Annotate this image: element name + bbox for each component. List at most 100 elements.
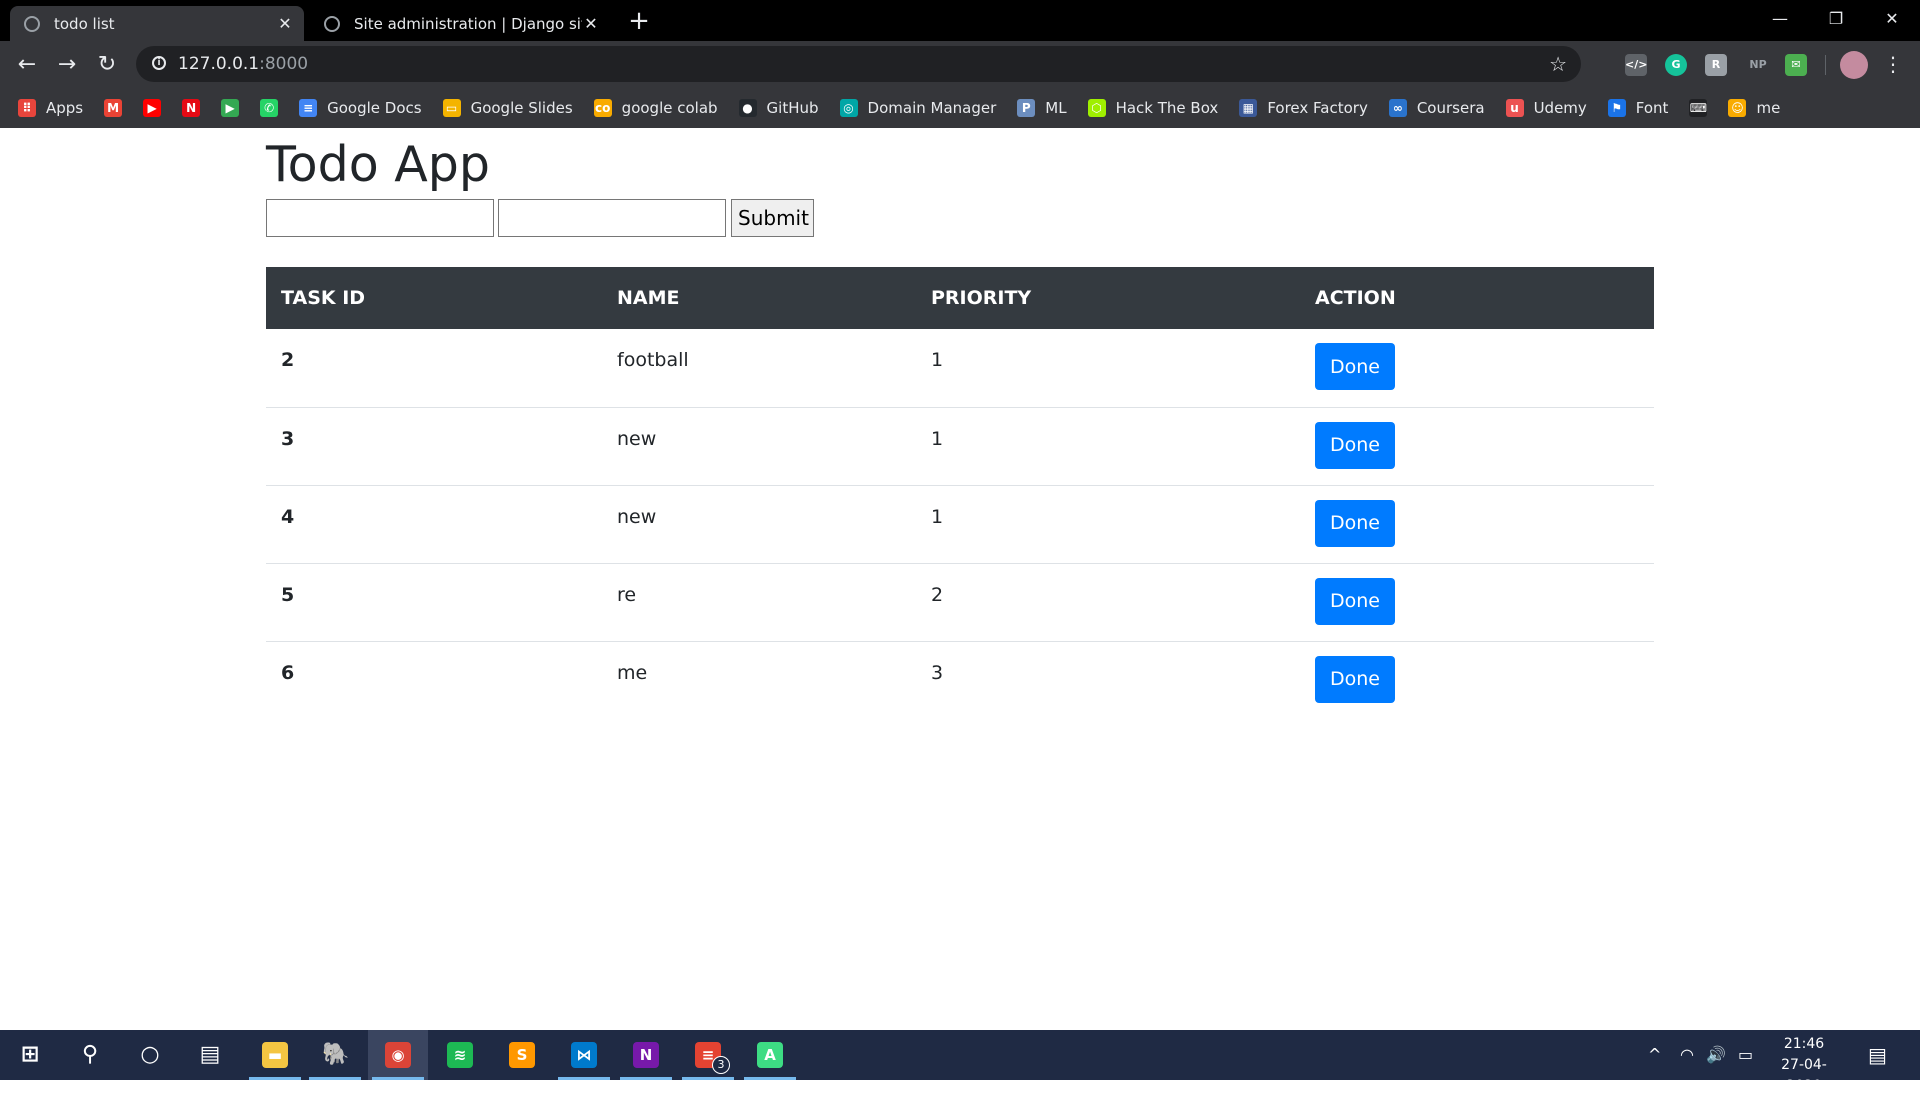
close-icon[interactable]: ✕	[276, 14, 294, 33]
colab-icon: co	[593, 99, 612, 117]
bookmarks-bar: ⠿ Apps M ▶ N ▶ ✆ ≡ Google Docs ▭ Google Slides co go…	[0, 88, 1920, 128]
bookmark-label: me	[1756, 99, 1781, 117]
page-title: Todo App	[266, 136, 490, 193]
bookmark-forex-factory[interactable]: ▦ Forex Factory	[1239, 88, 1368, 128]
bookmark-label: Forex Factory	[1267, 99, 1368, 117]
google-docs-icon: ≡	[299, 99, 318, 117]
bookmark-star-icon[interactable]: ☆	[1549, 46, 1567, 82]
todoist-app[interactable]: ≡ 3	[678, 1030, 738, 1080]
task-name-cell: new	[602, 484, 916, 563]
start-icon: ⊞	[20, 1042, 40, 1067]
bookmark-play[interactable]: ▶	[221, 88, 240, 128]
bookmark-hackthebox[interactable]: ⬡ Hack The Box	[1087, 88, 1218, 128]
bookmark-ml[interactable]: P ML	[1017, 88, 1067, 128]
chrome-app[interactable]: ◉	[368, 1030, 428, 1080]
column-header-task-id: TASK ID	[266, 267, 602, 329]
tab-title: Site administration | Django site a	[354, 14, 582, 33]
bookmark-netflix[interactable]: N	[182, 88, 201, 128]
bookmark-gmail[interactable]: M	[104, 88, 123, 128]
tab-todo-list[interactable]: todo list ✕	[10, 6, 304, 41]
bookmark-github[interactable]: ● GitHub	[738, 88, 819, 128]
restore-button[interactable]: ❐	[1808, 0, 1864, 38]
bookmark-colab[interactable]: co google colab	[593, 88, 718, 128]
task-name-cell: re	[602, 562, 916, 641]
bookmark-youtube[interactable]: ▶	[143, 88, 162, 128]
task-action-cell: Done	[1300, 640, 1654, 719]
task-priority-cell: 3	[916, 640, 1300, 719]
task-priority-cell: 2	[916, 562, 1300, 641]
toolbar-divider	[1825, 55, 1826, 75]
youtube-icon: ▶	[143, 99, 162, 117]
vscode-app[interactable]: ⋈	[554, 1030, 614, 1080]
task-name-input[interactable]	[266, 199, 494, 237]
wifi-icon[interactable]: ◠	[1680, 1030, 1694, 1080]
address-bar[interactable]: i 127.0.0.1:8000 ☆	[136, 46, 1581, 82]
vscode-icon: ⋈	[571, 1042, 597, 1068]
bookmark-domain-manager[interactable]: ◎ Domain Manager	[839, 88, 996, 128]
bookmark-label: google colab	[621, 99, 718, 117]
reload-icon[interactable]: ↻	[90, 41, 124, 88]
np-icon[interactable]: NP	[1745, 54, 1771, 76]
battery-icon[interactable]: ▭	[1738, 1030, 1753, 1080]
clock-time: 21:46	[1783, 1036, 1825, 1052]
bookmark-font[interactable]: ⚑ Font	[1607, 88, 1669, 128]
mail-checker-icon[interactable]: ✉	[1785, 54, 1807, 76]
udemy-icon: u	[1505, 99, 1524, 117]
done-button[interactable]: Done	[1315, 577, 1395, 625]
bookmark-whatsapp[interactable]: ✆	[260, 88, 279, 128]
tray-chevron-icon[interactable]: ^	[1648, 1030, 1661, 1080]
done-button[interactable]: Done	[1315, 499, 1395, 547]
windows-taskbar: ⊞ ⚲ ○ ▤ ▬ 🐘 ◉ ≋ S ⋈ N ≡ 3 A ^ ◠ 🔊 ▭ 21:46 27-04-2020 …	[0, 1030, 1920, 1094]
grammarly-icon[interactable]: G	[1665, 54, 1687, 76]
window-close-button[interactable]: ✕	[1864, 0, 1920, 38]
apps-grid-icon: ⠿	[18, 99, 36, 117]
hackthebox-icon: ⬡	[1087, 99, 1106, 117]
bookmark-me[interactable]: ☺ me	[1728, 88, 1780, 128]
notification-icon[interactable]: ▤	[1868, 1030, 1887, 1080]
forex-factory-icon: ▦	[1239, 99, 1258, 117]
task-id-cell: 3	[266, 406, 602, 485]
avatar[interactable]	[1840, 51, 1868, 79]
done-button[interactable]: Done	[1315, 421, 1395, 469]
task-view-button[interactable]: ▤	[180, 1030, 240, 1080]
bookmark-udemy[interactable]: u Udemy	[1505, 88, 1587, 128]
task-id-cell: 6	[266, 640, 602, 719]
bookmark-google-docs[interactable]: ≡ Google Docs	[299, 88, 422, 128]
clock[interactable]: 21:46 27-04-2020	[1767, 1034, 1841, 1097]
close-icon[interactable]: ✕	[582, 14, 600, 33]
android-studio-app[interactable]: A	[740, 1030, 800, 1080]
task-priority-cell: 1	[916, 484, 1300, 563]
sublime-app[interactable]: S	[492, 1030, 552, 1080]
start-button[interactable]: ⊞	[0, 1030, 60, 1080]
back-arrow-icon[interactable]: ←	[10, 41, 44, 88]
new-tab-button[interactable]: +	[624, 6, 654, 36]
bookmark-google-slides[interactable]: ▭ Google Slides	[442, 88, 573, 128]
search-button[interactable]: ⚲	[60, 1030, 120, 1080]
code-icon[interactable]: </>	[1625, 54, 1647, 76]
cortana-icon: ○	[140, 1042, 160, 1067]
spotify-app[interactable]: ≋	[430, 1030, 490, 1080]
done-button[interactable]: Done	[1315, 655, 1395, 703]
reader-icon[interactable]: R	[1705, 54, 1727, 76]
bookmark-label: Font	[1635, 99, 1669, 117]
domain-manager-icon: ◎	[839, 99, 858, 117]
done-button[interactable]: Done	[1315, 343, 1395, 390]
globe-icon	[24, 15, 40, 32]
task-priority-input[interactable]	[498, 199, 726, 237]
submit-button[interactable]: Submit	[731, 199, 814, 237]
pgadmin-app[interactable]: 🐘	[305, 1030, 365, 1080]
tab-site-administration[interactable]: Site administration | Django site a ✕	[310, 6, 610, 41]
bookmark-coursera[interactable]: ∞ Coursera	[1388, 88, 1485, 128]
minimize-button[interactable]: —	[1752, 0, 1808, 38]
bookmark-apps-grid[interactable]: ⠿ Apps	[18, 88, 83, 128]
onenote-app[interactable]: N	[616, 1030, 676, 1080]
forward-arrow-icon[interactable]: →	[50, 41, 84, 88]
cortana-button[interactable]: ○	[120, 1030, 180, 1080]
volume-icon[interactable]: 🔊	[1706, 1030, 1726, 1080]
menu-kebab-icon[interactable]: ⋮	[1876, 41, 1910, 88]
url-text[interactable]: 127.0.0.1:8000	[178, 46, 308, 82]
todo-table: TASK ID NAME PRIORITY ACTION 2 football 1 D…	[266, 267, 1654, 719]
info-icon[interactable]: i	[152, 56, 166, 70]
file-explorer-app[interactable]: ▬	[245, 1030, 305, 1080]
bookmark-keyboard[interactable]: ⌨	[1689, 88, 1708, 128]
